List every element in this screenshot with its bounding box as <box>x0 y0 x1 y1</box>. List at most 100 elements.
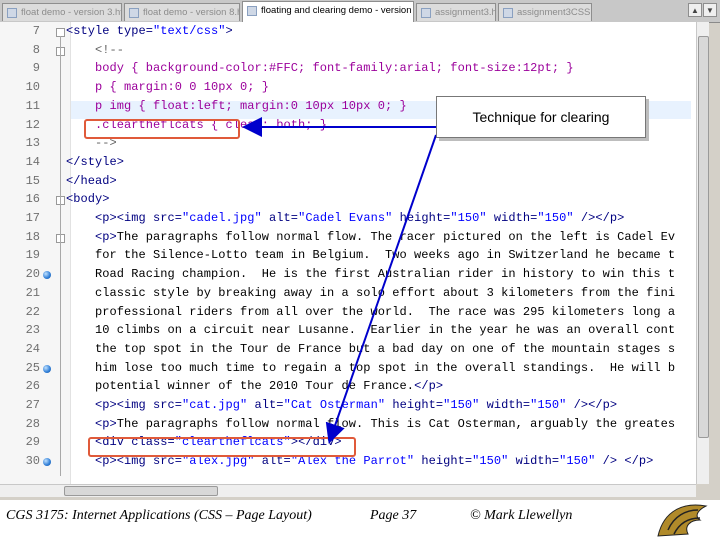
fold-guide <box>60 36 61 476</box>
code-token: "150" <box>530 398 567 412</box>
code-token: src= <box>153 398 183 412</box>
code-token: width= <box>486 211 538 225</box>
document-icon <box>129 8 139 18</box>
code-token: alt= <box>247 398 284 412</box>
line-number: 19 <box>25 248 40 263</box>
horizontal-scrollbar[interactable] <box>0 484 696 497</box>
code-token: for the Silence-Lotto team in Belgium. T… <box>66 248 676 263</box>
code-token: "150" <box>537 211 574 225</box>
code-line: </head> <box>66 174 117 188</box>
line-number: 18 <box>25 229 40 244</box>
code-token: alt= <box>261 211 299 225</box>
line-number: 25 <box>25 360 40 375</box>
code-token: "Cadel Evans" <box>298 211 393 225</box>
code-token: p img { float:left; margin:0 10px 10px 0… <box>66 98 407 113</box>
code-line: p { margin:0 0 10px 0; } <box>66 80 269 94</box>
code-token: height= <box>414 454 473 469</box>
tab-assignment3css[interactable]: assignment3CSS.css <box>498 3 592 21</box>
author-credit: © Mark Llewellyn <box>470 508 573 523</box>
code-token: professional riders from all over the wo… <box>66 304 676 319</box>
code-line: potential winner of the 2010 Tour de Fra… <box>66 379 443 393</box>
code-line: him lose too much time to regain a top s… <box>66 361 675 375</box>
line-number: 9 <box>32 61 40 76</box>
code-line: classic style by breaking away in a solo… <box>66 286 675 300</box>
line-number: 21 <box>25 285 40 300</box>
line-number: 16 <box>25 192 40 207</box>
line-number: 28 <box>25 416 40 431</box>
code-line: for the Silence-Lotto team in Belgium. T… <box>66 248 675 262</box>
tab-scroll-down-icon[interactable]: ▼ <box>703 3 717 17</box>
code-line: body { background-color:#FFC; font-famil… <box>66 61 574 75</box>
code-token: </style> <box>66 154 125 169</box>
code-line: 10 climbs on a circuit near Lusanne. Ear… <box>66 323 675 337</box>
code-token: "cadel.jpg" <box>182 211 262 225</box>
code-line: <p>The paragraphs follow normal flow. Th… <box>66 230 675 244</box>
tab-label: assignment3.htm <box>435 7 495 18</box>
code-token: The paragraphs follow normal flow. The r… <box>116 229 676 244</box>
code-token: "Cat Osterman" <box>283 398 386 412</box>
code-line: professional riders from all over the wo… <box>66 305 675 319</box>
line-number: 20 <box>25 267 40 282</box>
bookmark-icon[interactable] <box>43 364 51 373</box>
code-token: <body> <box>66 192 110 207</box>
tab-float-demo-v3[interactable]: float demo - version 3.html <box>2 3 122 21</box>
tab-float-demo-v8[interactable]: float demo - version 8.html <box>124 3 240 21</box>
vertical-scrollbar[interactable] <box>696 22 709 484</box>
code-token: width= <box>508 454 560 469</box>
callout-text: Technique for clearing <box>472 109 610 125</box>
line-number: 15 <box>25 173 40 188</box>
bookmark-icon[interactable] <box>43 458 51 467</box>
code-token: "150" <box>443 398 480 412</box>
tab-scroll-up-icon[interactable]: ▲ <box>688 3 702 17</box>
code-token: width= <box>479 398 531 412</box>
code-token: "cat.jpg" <box>182 398 248 412</box>
horizontal-scroll-thumb[interactable] <box>64 486 218 496</box>
university-logo <box>654 500 720 540</box>
document-icon <box>7 8 17 18</box>
callout-box: Technique for clearing <box>436 96 646 138</box>
code-token: potential winner of the 2010 Tour de Fra… <box>66 379 415 394</box>
code-token: him lose too much time to regain a top s… <box>66 360 676 375</box>
code-line: Road Racing champion. He is the first Au… <box>66 267 675 281</box>
code-token: /></p> <box>566 398 618 412</box>
document-icon <box>503 8 513 18</box>
code-token: <p> <box>66 416 117 431</box>
code-line: <p><img src="cat.jpg" alt="Cat Osterman"… <box>66 398 617 412</box>
code-token: height= <box>385 398 444 412</box>
line-number: 12 <box>25 117 40 132</box>
line-number: 22 <box>25 304 40 319</box>
line-number: 10 <box>25 80 40 95</box>
line-number: 8 <box>32 42 40 57</box>
code-line: the top spot in the Tour de France but a… <box>66 342 675 356</box>
code-token: "text/css" <box>153 24 226 38</box>
code-token: p { margin:0 0 10px 0; } <box>66 80 270 95</box>
vertical-scroll-thumb[interactable] <box>698 36 709 438</box>
code-line: <style type="text/css"> <box>66 24 233 38</box>
code-editor[interactable]: 7 8 9 10 11 12 13 14 15 16 17 18 19 20 21 22 23 24 25 26 27 2… <box>0 22 708 484</box>
document-icon <box>247 6 257 16</box>
line-number: 13 <box>25 136 40 151</box>
code-token: body { background-color:#FFC; font-famil… <box>66 61 574 76</box>
code-token: 10 climbs on a circuit near Lusanne. Ear… <box>66 323 676 338</box>
code-token: height= <box>392 211 451 225</box>
code-line: <p>The paragraphs follow normal flow. Th… <box>66 417 675 431</box>
line-number: 24 <box>25 341 40 356</box>
course-title: CGS 3175: Internet Applications (CSS – P… <box>6 508 312 523</box>
code-token: src= <box>153 211 183 225</box>
line-number: 7 <box>32 24 40 38</box>
tab-floating-clearing-demo[interactable]: floating and clearing demo - version 2.h… <box>242 1 414 22</box>
code-token: the top spot in the Tour de France but a… <box>66 341 676 356</box>
code-token: The paragraphs follow normal flow. This … <box>116 416 676 431</box>
editor-window: float demo - version 3.html float demo -… <box>0 0 720 500</box>
code-token: "150" <box>472 454 509 469</box>
code-line: <!-- <box>66 43 124 57</box>
code-line: </style> <box>66 155 124 169</box>
tab-assignment3[interactable]: assignment3.htm <box>416 3 496 21</box>
line-number: 14 <box>25 154 40 169</box>
code-token: /></p> <box>573 211 625 225</box>
bookmark-icon[interactable] <box>43 271 51 280</box>
clear-div-highlight-box <box>88 437 356 457</box>
code-line: <body> <box>66 192 110 206</box>
code-token: <p><img <box>66 398 154 412</box>
tab-bar: float demo - version 3.html float demo -… <box>0 0 720 23</box>
